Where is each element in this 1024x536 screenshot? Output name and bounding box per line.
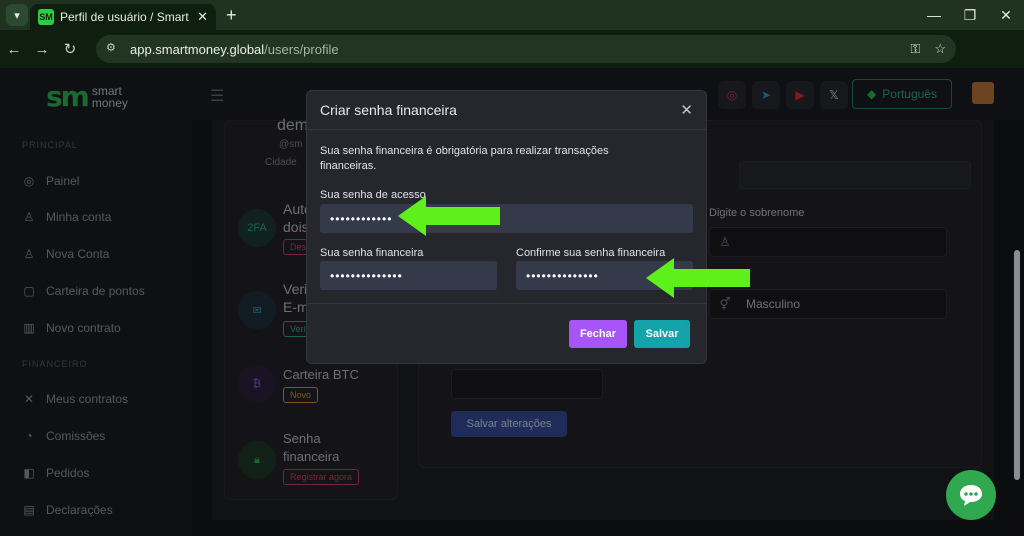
- url-path: /users/profile: [264, 41, 339, 57]
- window-controls: — ❐ ✕: [916, 0, 1024, 30]
- restore-icon[interactable]: ❐: [952, 0, 988, 30]
- tab-list-dropdown[interactable]: ▾: [6, 4, 28, 26]
- address-bar[interactable]: ⚙ app.smartmoney.global/users/profile ⚿ …: [96, 35, 956, 63]
- password-key-icon[interactable]: ⚿: [910, 41, 920, 57]
- chat-widget-button[interactable]: [946, 470, 996, 520]
- close-icon[interactable]: ✕: [680, 101, 693, 119]
- browser-tabbar: ▾ SM Perfil de usuário / Smart Money ✕ +…: [0, 0, 1024, 30]
- new-tab-button[interactable]: +: [226, 5, 237, 26]
- tab-title: Perfil de usuário / Smart Money: [60, 10, 191, 24]
- modal-footer-divider: [307, 303, 706, 304]
- annotation-arrow-left-icon: [646, 258, 750, 298]
- favicon-icon: SM: [38, 9, 54, 25]
- minimize-icon[interactable]: —: [916, 0, 952, 30]
- access-password-input[interactable]: ••••••••••••: [320, 204, 693, 233]
- confirm-password-label: Confirme sua senha financeira: [516, 247, 666, 259]
- modal-header: Criar senha financeira ✕: [307, 91, 706, 130]
- financial-password-label: Sua senha financeira: [320, 247, 424, 259]
- page-scrollbar[interactable]: [1014, 250, 1020, 480]
- back-icon[interactable]: ←: [0, 41, 28, 58]
- save-button[interactable]: Salvar: [634, 320, 690, 348]
- browser-tab[interactable]: SM Perfil de usuário / Smart Money ✕: [30, 4, 216, 30]
- create-financial-password-modal: Criar senha financeira ✕ Sua senha finan…: [306, 90, 707, 364]
- browser-toolbar: ← → ↻ ⚙ app.smartmoney.global/users/prof…: [0, 30, 1024, 89]
- modal-title: Criar senha financeira: [320, 102, 457, 118]
- url-host: app.smartmoney.global: [130, 41, 265, 57]
- chat-bubble-icon: [960, 485, 982, 506]
- reload-icon[interactable]: ↻: [56, 40, 84, 58]
- close-window-icon[interactable]: ✕: [988, 0, 1024, 30]
- close-tab-icon[interactable]: ✕: [197, 9, 208, 25]
- financial-password-input[interactable]: ••••••••••••••: [320, 261, 497, 290]
- site-info-icon[interactable]: ⚙: [106, 41, 122, 57]
- close-button[interactable]: Fechar: [569, 320, 627, 348]
- annotation-arrow-left-icon: [398, 196, 500, 236]
- forward-icon[interactable]: →: [28, 41, 56, 58]
- modal-description: Sua senha financeira é obrigatória para …: [320, 145, 609, 172]
- bookmark-star-icon[interactable]: ☆: [934, 41, 946, 57]
